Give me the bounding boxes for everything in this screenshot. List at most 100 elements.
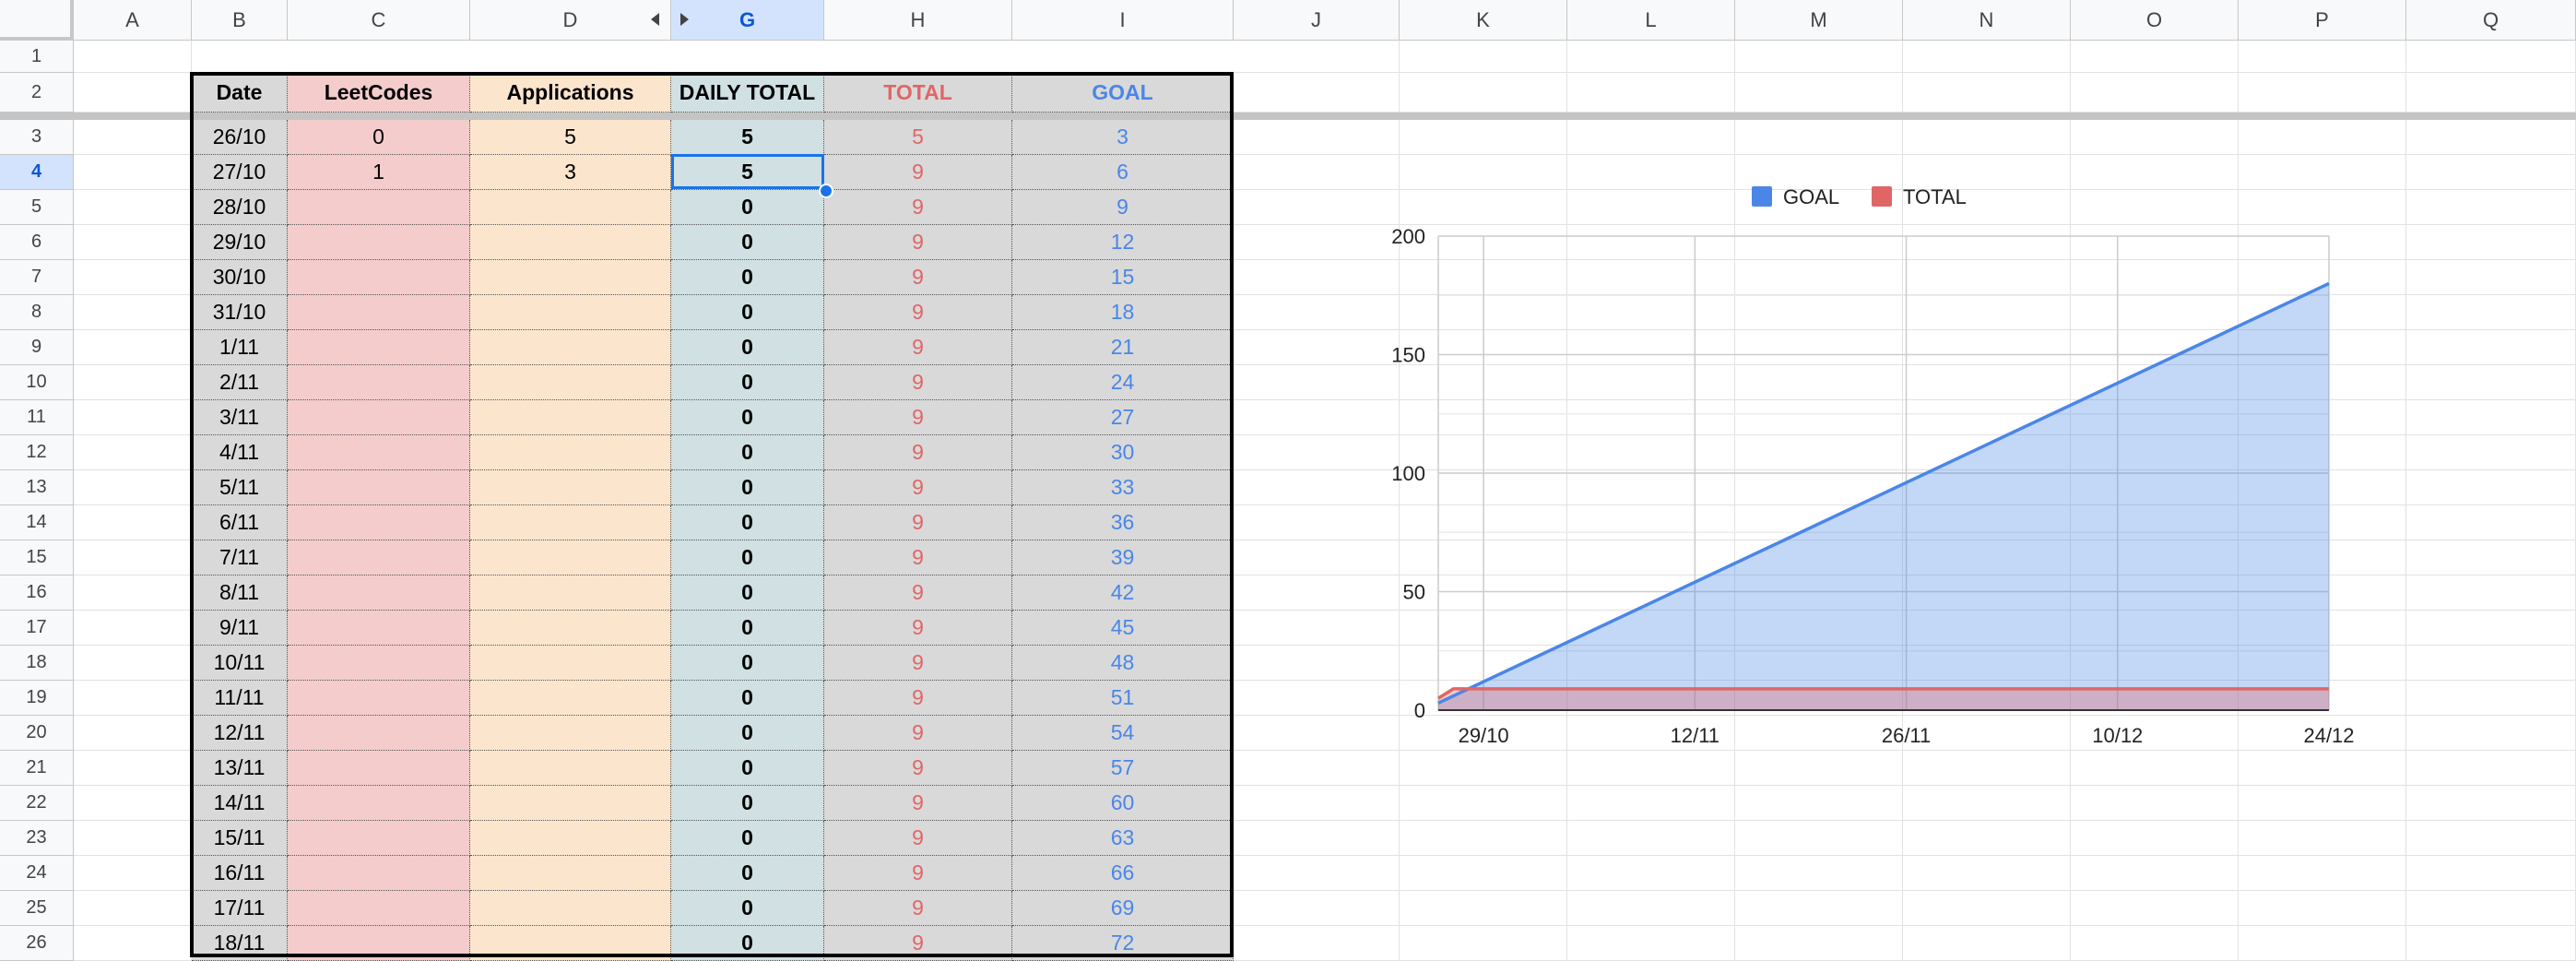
table-cell-goal[interactable]: 42 [1012,575,1234,611]
table-cell-applications[interactable] [470,435,671,470]
table-cell-total[interactable]: 9 [824,575,1012,611]
empty-cell[interactable] [1903,786,2071,821]
empty-cell[interactable] [2406,681,2576,716]
table-cell-goal[interactable]: 45 [1012,611,1234,646]
table-cell-daily-total[interactable]: 0 [671,681,824,716]
empty-cell[interactable] [1903,856,2071,891]
empty-cell[interactable] [1567,926,1735,961]
table-cell-date[interactable]: 15/11 [192,821,288,856]
table-cell-daily-total[interactable]: 0 [671,365,824,400]
empty-cell[interactable] [1903,891,2071,926]
empty-cell[interactable] [2071,73,2239,113]
table-cell-leetcodes[interactable] [288,575,470,611]
column-header-b[interactable]: B [192,0,288,41]
empty-cell[interactable] [1903,926,2071,961]
empty-row-cells[interactable] [74,73,192,113]
fill-handle[interactable] [819,184,833,198]
empty-cell[interactable] [2406,821,2576,856]
empty-cell[interactable] [1903,73,2071,113]
column-header-d[interactable]: D [470,0,671,41]
column-header-a[interactable]: A [74,0,192,41]
table-cell-total[interactable]: 9 [824,155,1012,190]
table-cell-daily-total[interactable]: 0 [671,435,824,470]
empty-cell[interactable] [2406,295,2576,330]
table-cell-applications[interactable] [470,716,671,751]
empty-cell[interactable] [2406,260,2576,295]
row-header-26[interactable]: 26 [0,926,74,961]
empty-cell[interactable] [2406,435,2576,470]
empty-cell[interactable] [2239,41,2406,73]
empty-row-cells[interactable] [74,190,192,225]
row-header-23[interactable]: 23 [0,821,74,856]
empty-cell[interactable] [2406,540,2576,575]
header-total[interactable]: TOTAL [824,73,1012,113]
table-cell-goal[interactable]: 27 [1012,400,1234,435]
table-cell-goal[interactable]: 15 [1012,260,1234,295]
table-cell-applications[interactable] [470,225,671,260]
empty-row-cells[interactable] [74,751,192,786]
empty-cell[interactable] [1234,41,1400,73]
empty-row-cells[interactable] [74,646,192,681]
column-header-k[interactable]: K [1400,0,1567,41]
empty-cell[interactable] [1567,821,1735,856]
hidden-columns-left-arrow-icon[interactable] [651,13,659,26]
row-header-25[interactable]: 25 [0,891,74,926]
empty-row-cells[interactable] [74,821,192,856]
hidden-columns-right-arrow-icon[interactable] [680,13,689,26]
table-cell-daily-total[interactable]: 0 [671,400,824,435]
table-cell-applications[interactable]: 3 [470,155,671,190]
empty-cell[interactable] [2071,891,2239,926]
table-cell-goal[interactable]: 51 [1012,681,1234,716]
table-cell-total[interactable]: 5 [824,120,1012,155]
empty-row-cells[interactable] [74,470,192,505]
table-cell-date[interactable]: 3/11 [192,400,288,435]
empty-cell[interactable] [2239,856,2406,891]
row-header-22[interactable]: 22 [0,786,74,821]
empty-row-cells[interactable] [74,681,192,716]
table-cell-date[interactable]: 28/10 [192,190,288,225]
frozen-rows-divider[interactable] [0,113,2576,120]
table-cell-leetcodes[interactable] [288,821,470,856]
empty-cell[interactable] [2071,821,2239,856]
table-cell-applications[interactable] [470,891,671,926]
table-cell-goal[interactable]: 63 [1012,821,1234,856]
select-all-corner[interactable] [0,0,74,41]
table-cell-leetcodes[interactable] [288,856,470,891]
table-cell-total[interactable]: 9 [824,716,1012,751]
empty-row-cells[interactable] [74,330,192,365]
empty-cell[interactable] [2406,891,2576,926]
empty-cell[interactable] [2406,751,2576,786]
empty-cell[interactable] [2406,120,2576,155]
column-header-m[interactable]: M [1735,0,1903,41]
table-cell-goal[interactable]: 54 [1012,716,1234,751]
table-cell-date[interactable]: 17/11 [192,891,288,926]
table-cell-applications[interactable] [470,505,671,540]
empty-cell[interactable] [2406,400,2576,435]
empty-cell[interactable] [1903,821,2071,856]
table-cell-goal[interactable]: 6 [1012,155,1234,190]
empty-cell[interactable] [2239,821,2406,856]
empty-cell[interactable] [2071,856,2239,891]
empty-cell[interactable] [1735,926,1903,961]
table-cell-total[interactable]: 9 [824,681,1012,716]
empty-row-cells[interactable] [74,435,192,470]
table-cell-leetcodes[interactable] [288,891,470,926]
empty-row-cells[interactable] [74,891,192,926]
table-cell-daily-total[interactable]: 0 [671,926,824,961]
header-applications[interactable]: Applications [470,73,671,113]
table-cell-total[interactable]: 9 [824,365,1012,400]
empty-cell[interactable] [1400,856,1567,891]
row-header-9[interactable]: 9 [0,330,74,365]
empty-cell[interactable] [2239,73,2406,113]
empty-cell[interactable] [1567,891,1735,926]
column-header-h[interactable]: H [824,0,1012,41]
empty-row-cells[interactable] [74,365,192,400]
empty-row-cells[interactable] [74,926,192,961]
empty-cell[interactable] [1400,786,1567,821]
table-cell-leetcodes[interactable] [288,611,470,646]
empty-cell[interactable] [1234,856,1400,891]
empty-cell[interactable] [2239,926,2406,961]
empty-cell[interactable] [2406,716,2576,751]
table-cell-daily-total[interactable]: 0 [671,505,824,540]
empty-cell[interactable] [1234,926,1400,961]
